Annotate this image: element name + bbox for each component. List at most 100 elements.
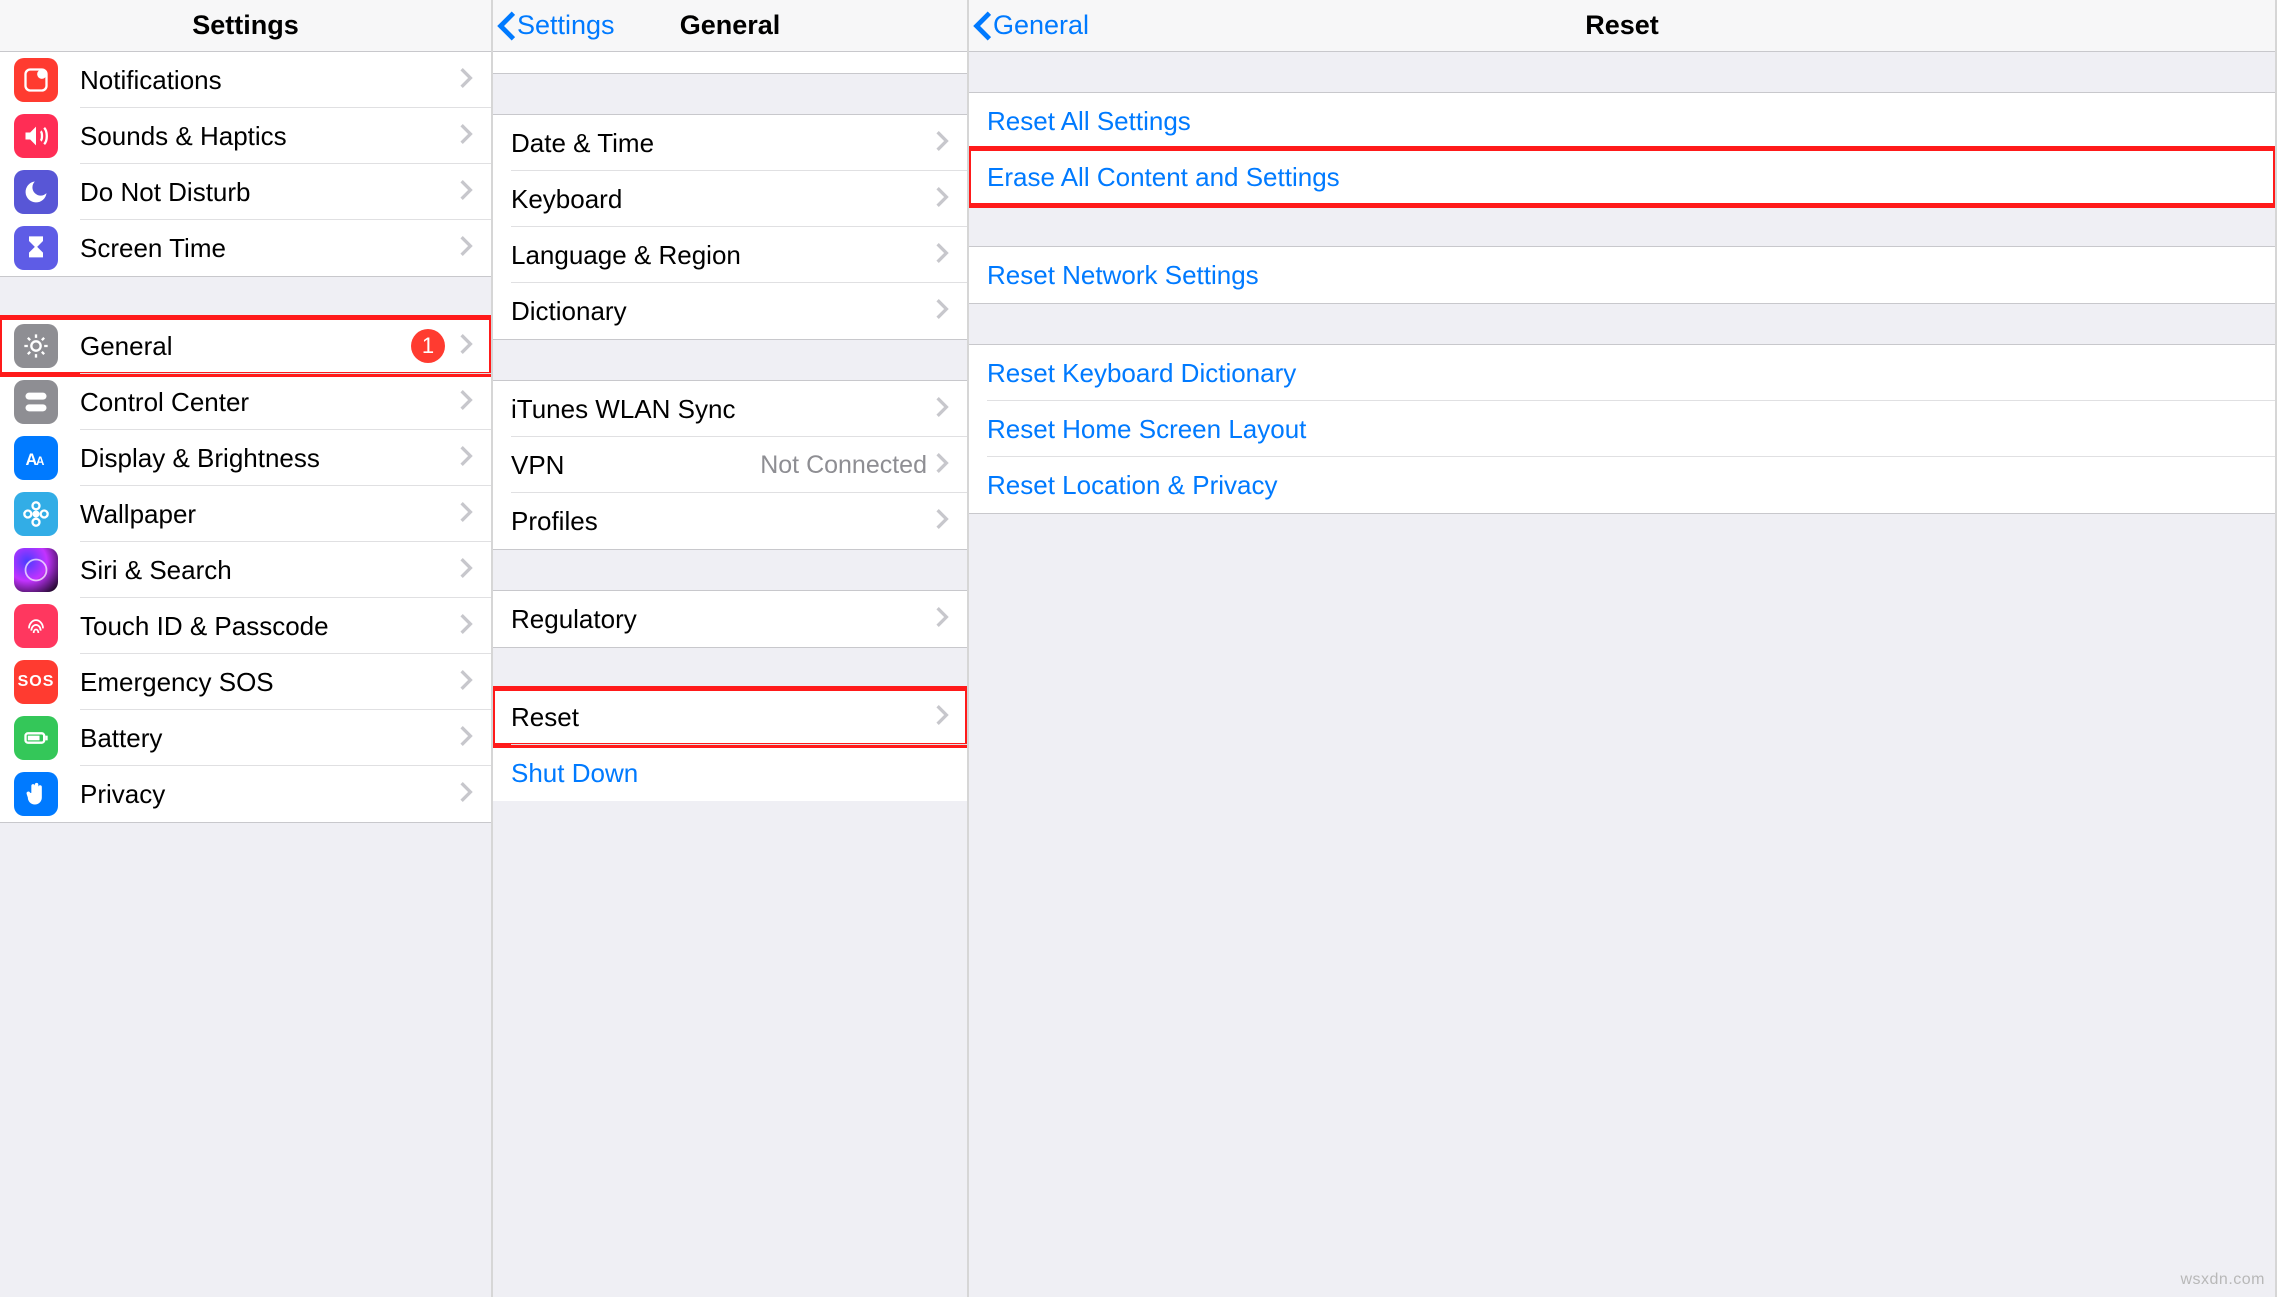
group-gap [0, 277, 491, 317]
row-label: Touch ID & Passcode [80, 611, 459, 642]
row-label: Shut Down [511, 758, 949, 789]
chevron-right-icon [935, 296, 949, 327]
settings-group-b: General 1 Control Center AA Display & Br… [0, 317, 491, 823]
reset-group-b: Reset Network Settings [969, 246, 2275, 304]
back-button[interactable]: General [969, 0, 1089, 51]
row-label: Privacy [80, 779, 459, 810]
row-regulatory[interactable]: Regulatory [493, 591, 967, 647]
row-battery[interactable]: Battery [0, 710, 491, 766]
row-reset-network[interactable]: Reset Network Settings [969, 247, 2275, 303]
group-gap [969, 206, 2275, 246]
flower-icon [14, 492, 58, 536]
chevron-right-icon [459, 667, 473, 698]
settings-title: Settings [0, 10, 491, 41]
fingerprint-icon [14, 604, 58, 648]
row-label: Reset Network Settings [987, 260, 2257, 291]
row-controlcenter[interactable]: Control Center [0, 374, 491, 430]
row-label: Reset Home Screen Layout [987, 414, 2257, 445]
row-reset-keyboard[interactable]: Reset Keyboard Dictionary [969, 345, 2275, 401]
row-sos[interactable]: SOS Emergency SOS [0, 654, 491, 710]
chevron-right-icon [935, 604, 949, 635]
general-group-a: Date & Time Keyboard Language & Region D… [493, 114, 967, 340]
row-label: Reset All Settings [987, 106, 2257, 137]
group-gap [493, 550, 967, 590]
row-language[interactable]: Language & Region [493, 227, 967, 283]
chevron-right-icon [935, 506, 949, 537]
row-label: General [80, 331, 411, 362]
row-general[interactable]: General 1 [0, 318, 491, 374]
row-label: Erase All Content and Settings [987, 162, 2257, 193]
row-datetime[interactable]: Date & Time [493, 115, 967, 171]
row-label: Siri & Search [80, 555, 459, 586]
chevron-right-icon [935, 184, 949, 215]
row-keyboard[interactable]: Keyboard [493, 171, 967, 227]
toggles-icon [14, 380, 58, 424]
chevron-right-icon [935, 240, 949, 271]
row-label: Battery [80, 723, 459, 754]
row-shutdown[interactable]: Shut Down [493, 745, 967, 801]
general-group-c: Regulatory [493, 590, 967, 648]
row-screentime[interactable]: Screen Time [0, 220, 491, 276]
clipped-row [493, 52, 967, 74]
chevron-left-icon [973, 10, 993, 42]
row-vpn[interactable]: VPN Not Connected [493, 437, 967, 493]
chevron-right-icon [459, 387, 473, 418]
row-label: Date & Time [511, 128, 935, 159]
row-label: Emergency SOS [80, 667, 459, 698]
row-label: Reset [511, 702, 935, 733]
back-label: Settings [517, 10, 615, 41]
sounds-icon [14, 114, 58, 158]
row-label: Dictionary [511, 296, 935, 327]
settings-panel: Settings Notifications Sounds & Haptics [0, 0, 493, 1297]
row-wallpaper[interactable]: Wallpaper [0, 486, 491, 542]
general-panel: Settings General Date & Time Keyboard La… [493, 0, 969, 1297]
chevron-right-icon [459, 611, 473, 642]
group-gap [493, 340, 967, 380]
chevron-right-icon [935, 702, 949, 733]
chevron-right-icon [935, 450, 949, 481]
row-touchid[interactable]: Touch ID & Passcode [0, 598, 491, 654]
row-erase-all[interactable]: Erase All Content and Settings [969, 149, 2275, 205]
row-label: Reset Keyboard Dictionary [987, 358, 2257, 389]
row-itunes[interactable]: iTunes WLAN Sync [493, 381, 967, 437]
row-notifications[interactable]: Notifications [0, 52, 491, 108]
settings-group-a: Notifications Sounds & Haptics Do Not Di… [0, 52, 491, 277]
row-display[interactable]: AA Display & Brightness [0, 430, 491, 486]
row-dnd[interactable]: Do Not Disturb [0, 164, 491, 220]
chevron-right-icon [459, 177, 473, 208]
hand-icon [14, 772, 58, 816]
row-sounds[interactable]: Sounds & Haptics [0, 108, 491, 164]
row-label: Sounds & Haptics [80, 121, 459, 152]
chevron-left-icon [497, 10, 517, 42]
chevron-right-icon [459, 121, 473, 152]
chevron-right-icon [935, 128, 949, 159]
row-label: Regulatory [511, 604, 935, 635]
row-label: Screen Time [80, 233, 459, 264]
group-gap [969, 52, 2275, 92]
row-label: iTunes WLAN Sync [511, 394, 935, 425]
row-reset-location[interactable]: Reset Location & Privacy [969, 457, 2275, 513]
row-siri[interactable]: Siri & Search [0, 542, 491, 598]
row-label: Reset Location & Privacy [987, 470, 2257, 501]
back-label: General [993, 10, 1089, 41]
row-privacy[interactable]: Privacy [0, 766, 491, 822]
back-button[interactable]: Settings [493, 0, 615, 51]
chevron-right-icon [459, 779, 473, 810]
moon-icon [14, 170, 58, 214]
row-reset-home[interactable]: Reset Home Screen Layout [969, 401, 2275, 457]
general-content: Date & Time Keyboard Language & Region D… [493, 52, 967, 1297]
row-label: Language & Region [511, 240, 935, 271]
row-reset[interactable]: Reset [493, 689, 967, 745]
reset-content: Reset All Settings Erase All Content and… [969, 52, 2275, 1297]
general-group-d: Reset Shut Down [493, 688, 967, 801]
battery-icon [14, 716, 58, 760]
row-detail: Not Connected [760, 451, 927, 480]
row-reset-all-settings[interactable]: Reset All Settings [969, 93, 2275, 149]
svg-text:A: A [36, 455, 45, 468]
chevron-right-icon [459, 65, 473, 96]
row-dictionary[interactable]: Dictionary [493, 283, 967, 339]
row-label: VPN [511, 450, 760, 481]
row-profiles[interactable]: Profiles [493, 493, 967, 549]
row-label: Profiles [511, 506, 935, 537]
row-label: Do Not Disturb [80, 177, 459, 208]
